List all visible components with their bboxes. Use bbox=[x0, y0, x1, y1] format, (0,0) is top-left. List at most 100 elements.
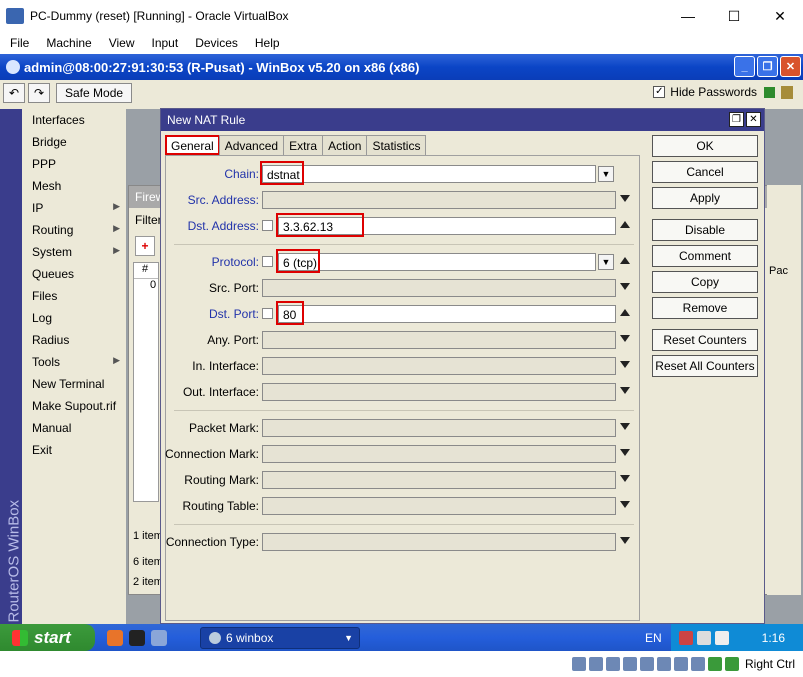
firefox-icon[interactable] bbox=[107, 629, 123, 646]
undo-button[interactable]: ↶ bbox=[3, 82, 25, 103]
menu-item-new-terminal[interactable]: New Terminal bbox=[22, 373, 126, 395]
menu-item-interfaces[interactable]: Interfaces bbox=[22, 109, 126, 131]
hide-passwords-checkbox[interactable]: ✓ bbox=[653, 86, 666, 98]
taskbar-group-winbox[interactable]: 6 winbox ▼ bbox=[200, 627, 360, 649]
recording-icon[interactable] bbox=[690, 657, 705, 671]
menu-item-queues[interactable]: Queues bbox=[22, 263, 126, 285]
display-icon[interactable] bbox=[673, 657, 688, 671]
menu-input[interactable]: Input bbox=[142, 36, 186, 50]
packet-mark-field[interactable] bbox=[262, 419, 616, 437]
protocol-dropdown-icon[interactable]: ▼ bbox=[598, 254, 614, 270]
copy-button[interactable]: Copy bbox=[652, 271, 758, 293]
menu-item-tools[interactable]: Tools ▶ bbox=[22, 351, 126, 373]
expand-down-icon[interactable] bbox=[620, 423, 630, 430]
expand-down-icon[interactable] bbox=[620, 449, 630, 456]
menu-item-ip[interactable]: IP ▶ bbox=[22, 197, 126, 219]
winbox-minimize-button[interactable]: _ bbox=[734, 56, 755, 77]
comment-button[interactable]: Comment bbox=[652, 245, 758, 267]
src-address-field[interactable] bbox=[262, 191, 616, 209]
menu-item-make-supout[interactable]: Make Supout.rif bbox=[22, 395, 126, 417]
safe-mode-button[interactable]: Safe Mode bbox=[56, 82, 133, 103]
winbox-close-button[interactable]: ✕ bbox=[780, 56, 801, 77]
connection-type-field[interactable] bbox=[262, 533, 616, 551]
dst-port-field[interactable]: 80 bbox=[278, 305, 616, 323]
expand-down-icon[interactable] bbox=[620, 387, 630, 394]
table-row[interactable]: 0 bbox=[134, 279, 158, 291]
any-port-field[interactable] bbox=[262, 331, 616, 349]
expand-down-icon[interactable] bbox=[620, 283, 630, 290]
expand-down-icon[interactable] bbox=[620, 361, 630, 368]
minimize-button[interactable]: — bbox=[665, 0, 711, 32]
menu-item-files[interactable]: Files bbox=[22, 285, 126, 307]
collapse-up-icon[interactable] bbox=[620, 309, 630, 316]
mouse-integration-icon[interactable] bbox=[724, 657, 739, 671]
collapse-up-icon[interactable] bbox=[620, 221, 630, 228]
menu-item-radius[interactable]: Radius bbox=[22, 329, 126, 351]
dst-port-not-checkbox[interactable] bbox=[262, 308, 273, 319]
tab-advanced[interactable]: Advanced bbox=[218, 135, 285, 155]
network-adapter-icon[interactable] bbox=[622, 657, 637, 671]
reset-all-counters-button[interactable]: Reset All Counters bbox=[652, 355, 758, 377]
protocol-not-checkbox[interactable] bbox=[262, 256, 273, 267]
maximize-button[interactable]: ☐ bbox=[711, 0, 757, 32]
hdd-icon[interactable] bbox=[571, 657, 586, 671]
remove-button[interactable]: Remove bbox=[652, 297, 758, 319]
menu-item-mesh[interactable]: Mesh bbox=[22, 175, 126, 197]
out-interface-field[interactable] bbox=[262, 383, 616, 401]
network-icon[interactable] bbox=[679, 630, 693, 645]
ok-button[interactable]: OK bbox=[652, 135, 758, 157]
protocol-select[interactable]: 6 (tcp) bbox=[278, 253, 596, 271]
winbox-launch-icon[interactable] bbox=[151, 629, 167, 646]
apply-button[interactable]: Apply bbox=[652, 187, 758, 209]
expand-down-icon[interactable] bbox=[620, 195, 630, 202]
tab-extra[interactable]: Extra bbox=[283, 135, 324, 155]
cancel-button[interactable]: Cancel bbox=[652, 161, 758, 183]
routing-mark-field[interactable] bbox=[262, 471, 616, 489]
menu-item-log[interactable]: Log bbox=[22, 307, 126, 329]
redo-button[interactable]: ↷ bbox=[28, 82, 50, 103]
usb-icon[interactable] bbox=[639, 657, 654, 671]
hide-passwords-toggle[interactable]: ✓ Hide Passwords bbox=[653, 85, 757, 99]
expand-down-icon[interactable] bbox=[620, 475, 630, 482]
winbox-restore-button[interactable]: ❐ bbox=[757, 56, 778, 77]
dst-address-not-checkbox[interactable] bbox=[262, 220, 273, 231]
tray-app-icon[interactable] bbox=[715, 630, 729, 645]
optical-drive-icon[interactable] bbox=[588, 657, 603, 671]
tab-filter[interactable]: Filter bbox=[135, 213, 162, 227]
routing-table-field[interactable] bbox=[262, 497, 616, 515]
menu-devices[interactable]: Devices bbox=[185, 36, 245, 50]
in-interface-field[interactable] bbox=[262, 357, 616, 375]
dialog-close-icon[interactable]: ✕ bbox=[746, 112, 761, 127]
expand-down-icon[interactable] bbox=[620, 335, 630, 342]
menu-item-routing[interactable]: Routing ▶ bbox=[22, 219, 126, 241]
menu-file[interactable]: File bbox=[0, 36, 36, 50]
disable-button[interactable]: Disable bbox=[652, 219, 758, 241]
start-button[interactable]: start bbox=[0, 624, 95, 651]
chain-select[interactable]: dstnat bbox=[262, 165, 596, 183]
menu-item-system[interactable]: System ▶ bbox=[22, 241, 126, 263]
menu-item-manual[interactable]: Manual bbox=[22, 417, 126, 439]
expand-down-icon[interactable] bbox=[620, 501, 630, 508]
chain-dropdown-icon[interactable]: ▼ bbox=[598, 166, 614, 182]
src-port-field[interactable] bbox=[262, 279, 616, 297]
connection-mark-field[interactable] bbox=[262, 445, 616, 463]
cpu-icon[interactable] bbox=[707, 657, 722, 671]
tab-action[interactable]: Action bbox=[322, 135, 368, 155]
security-icon[interactable] bbox=[697, 630, 711, 645]
menu-item-exit[interactable]: Exit bbox=[22, 439, 126, 461]
tab-general[interactable]: General bbox=[165, 135, 220, 155]
dialog-restore-icon[interactable]: ❐ bbox=[729, 112, 744, 127]
shared-folder-icon[interactable] bbox=[656, 657, 671, 671]
language-indicator[interactable]: EN bbox=[645, 631, 662, 645]
reset-counters-button[interactable]: Reset Counters bbox=[652, 329, 758, 351]
menu-item-bridge[interactable]: Bridge bbox=[22, 131, 126, 153]
collapse-up-icon[interactable] bbox=[620, 257, 630, 264]
tab-statistics[interactable]: Statistics bbox=[366, 135, 427, 155]
audio-icon[interactable] bbox=[605, 657, 620, 671]
expand-down-icon[interactable] bbox=[620, 537, 630, 544]
menu-machine[interactable]: Machine bbox=[36, 36, 98, 50]
cmd-icon[interactable] bbox=[129, 629, 145, 646]
menu-view[interactable]: View bbox=[99, 36, 142, 50]
menu-item-ppp[interactable]: PPP bbox=[22, 153, 126, 175]
add-rule-button[interactable]: + bbox=[135, 236, 155, 256]
